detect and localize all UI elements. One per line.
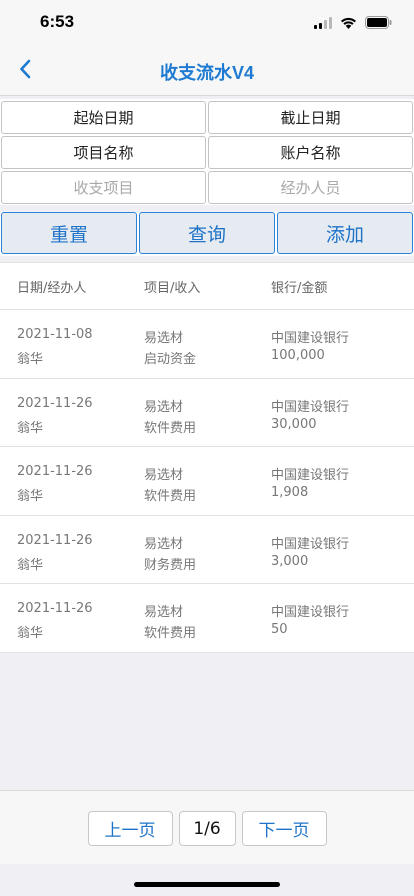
header-date-handler: 日期/经办人 [17, 280, 87, 296]
row-amount: 3,000 [271, 553, 309, 569]
list-item[interactable]: 2021-11-08 易选材 中国建设银行 翁华 启动资金 100,000 [0, 310, 414, 379]
row-project: 易选材 [144, 399, 184, 415]
list-item[interactable]: 2021-11-26 易选材 中国建设银行 翁华 财务费用 3,000 [0, 516, 414, 584]
battery-icon [365, 14, 392, 33]
prev-page-button[interactable]: 上一页 [87, 811, 173, 846]
account-name-field[interactable]: 账户名称 [208, 136, 413, 169]
transaction-list: 日期/经办人 项目/收入 银行/金额 2021-11-08 易选材 中国建设银行… [0, 262, 414, 653]
row-project: 易选材 [144, 468, 184, 483]
start-date-field[interactable]: 起始日期 [1, 101, 206, 134]
add-button[interactable]: 添加 [277, 212, 413, 254]
status-icons [314, 14, 392, 33]
filter-form: 起始日期 截止日期 项目名称 账户名称 [0, 99, 414, 205]
row-handler: 翁华 [17, 420, 44, 436]
status-bar: 6:53 [0, 0, 414, 46]
row-bank: 中国建设银行 [271, 331, 350, 346]
query-button[interactable]: 查询 [139, 212, 275, 254]
row-category: 软件费用 [144, 420, 197, 436]
header-project-income: 项目/收入 [144, 280, 201, 296]
row-category: 软件费用 [144, 626, 197, 641]
home-indicator [134, 882, 280, 887]
end-date-field[interactable]: 截止日期 [208, 101, 413, 134]
handler-input[interactable] [208, 171, 413, 204]
row-project: 易选材 [144, 605, 184, 620]
list-item[interactable]: 2021-11-26 易选材 中国建设银行 翁华 软件费用 50 [0, 584, 414, 653]
row-bank: 中国建设银行 [271, 536, 350, 552]
row-date: 2021-11-26 [17, 601, 93, 616]
row-handler: 翁华 [17, 626, 44, 641]
row-bank: 中国建设银行 [271, 399, 350, 415]
row-category: 启动资金 [144, 352, 197, 367]
status-time: 6:53 [40, 12, 75, 31]
project-name-field[interactable]: 项目名称 [1, 136, 206, 169]
row-handler: 翁华 [17, 557, 44, 573]
row-project: 易选材 [144, 536, 184, 552]
row-amount: 1,908 [271, 485, 309, 500]
row-category: 财务费用 [144, 557, 197, 573]
wifi-icon [340, 14, 357, 33]
income-item-input[interactable] [1, 171, 206, 204]
pagination-bar: 上一页 1/6 下一页 [0, 790, 414, 864]
row-amount: 50 [271, 622, 288, 637]
list-item[interactable]: 2021-11-26 易选材 中国建设银行 翁华 软件费用 1,908 [0, 447, 414, 516]
page-title: 收支流水V4 [159, 63, 255, 83]
row-handler: 翁华 [17, 352, 44, 367]
page-indicator: 1/6 [178, 811, 236, 846]
row-bank: 中国建设银行 [271, 468, 350, 483]
cellular-signal-icon [314, 14, 332, 33]
row-amount: 30,000 [271, 416, 317, 432]
next-page-button[interactable]: 下一页 [241, 811, 327, 846]
action-buttons: 重置 查询 添加 [0, 212, 414, 256]
row-date: 2021-11-26 [17, 532, 93, 548]
list-item[interactable]: 2021-11-26 易选材 中国建设银行 翁华 软件费用 30,000 [0, 379, 414, 447]
row-date: 2021-11-26 [17, 464, 93, 479]
reset-button[interactable]: 重置 [1, 212, 137, 254]
row-date: 2021-11-26 [17, 395, 93, 411]
row-date: 2021-11-08 [17, 327, 93, 342]
row-amount: 100,000 [271, 348, 325, 363]
list-header: 日期/经办人 项目/收入 银行/金额 [0, 262, 414, 310]
row-project: 易选材 [144, 331, 184, 346]
row-bank: 中国建设银行 [271, 605, 350, 620]
nav-bar: 收支流水V4 [0, 46, 414, 96]
row-handler: 翁华 [17, 489, 44, 504]
header-bank-amount: 银行/金额 [271, 280, 328, 296]
row-category: 软件费用 [144, 489, 197, 504]
